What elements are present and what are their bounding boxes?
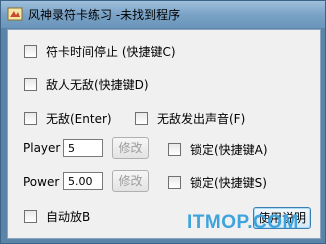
title-bar[interactable]: 风神录符卡练习 -未找到程序 (1, 1, 325, 28)
app-window: 风神录符卡练习 -未找到程序 符卡时间停止 (快捷键C) 敌人无敌(快捷键D) … (0, 0, 326, 244)
lock-player-label: 锁定(快捷键A) (190, 143, 268, 157)
auto-bomb-checkbox-row[interactable]: 自动放B (24, 208, 90, 225)
lock-power-checkbox-row[interactable]: 锁定(快捷键S) (168, 174, 267, 191)
lock-player-checkbox-row[interactable]: 锁定(快捷键A) (168, 141, 268, 158)
auto-bomb-checkbox[interactable] (24, 210, 37, 223)
power-label: Power (23, 175, 60, 189)
enemy-invincible-checkbox-row[interactable]: 敌人无敌(快捷键D) (24, 76, 149, 93)
app-icon (7, 7, 23, 21)
lock-player-checkbox[interactable] (168, 143, 181, 156)
freeze-time-label: 符卡时间停止 (快捷键C) (46, 45, 176, 59)
auto-bomb-label: 自动放B (46, 210, 91, 224)
freeze-time-checkbox[interactable] (24, 45, 37, 58)
invincible-checkbox-row[interactable]: 无敌(Enter) (24, 110, 112, 127)
window-title: 风神录符卡练习 -未找到程序 (28, 8, 181, 22)
invincible-sound-checkbox-row[interactable]: 无敌发出声音(F) (135, 110, 245, 127)
player-modify-button[interactable]: 修改 (112, 137, 149, 159)
main-panel: 符卡时间停止 (快捷键C) 敌人无敌(快捷键D) 无敌(Enter) 无敌发出声… (7, 29, 321, 239)
invincible-label: 无敌(Enter) (46, 112, 112, 126)
lock-power-label: 锁定(快捷键S) (190, 176, 267, 190)
lock-power-checkbox[interactable] (168, 176, 181, 189)
freeze-time-checkbox-row[interactable]: 符卡时间停止 (快捷键C) (24, 43, 176, 60)
enemy-invincible-checkbox[interactable] (24, 78, 37, 91)
enemy-invincible-label: 敌人无敌(快捷键D) (46, 78, 149, 92)
player-input[interactable] (63, 139, 103, 157)
power-modify-button[interactable]: 修改 (112, 170, 149, 192)
invincible-sound-checkbox[interactable] (135, 112, 148, 125)
player-label: Player (23, 141, 61, 155)
invincible-checkbox[interactable] (24, 112, 37, 125)
invincible-sound-label: 无敌发出声音(F) (157, 112, 246, 126)
watermark: ITMOP.COM (187, 212, 299, 233)
power-input[interactable] (63, 172, 103, 190)
